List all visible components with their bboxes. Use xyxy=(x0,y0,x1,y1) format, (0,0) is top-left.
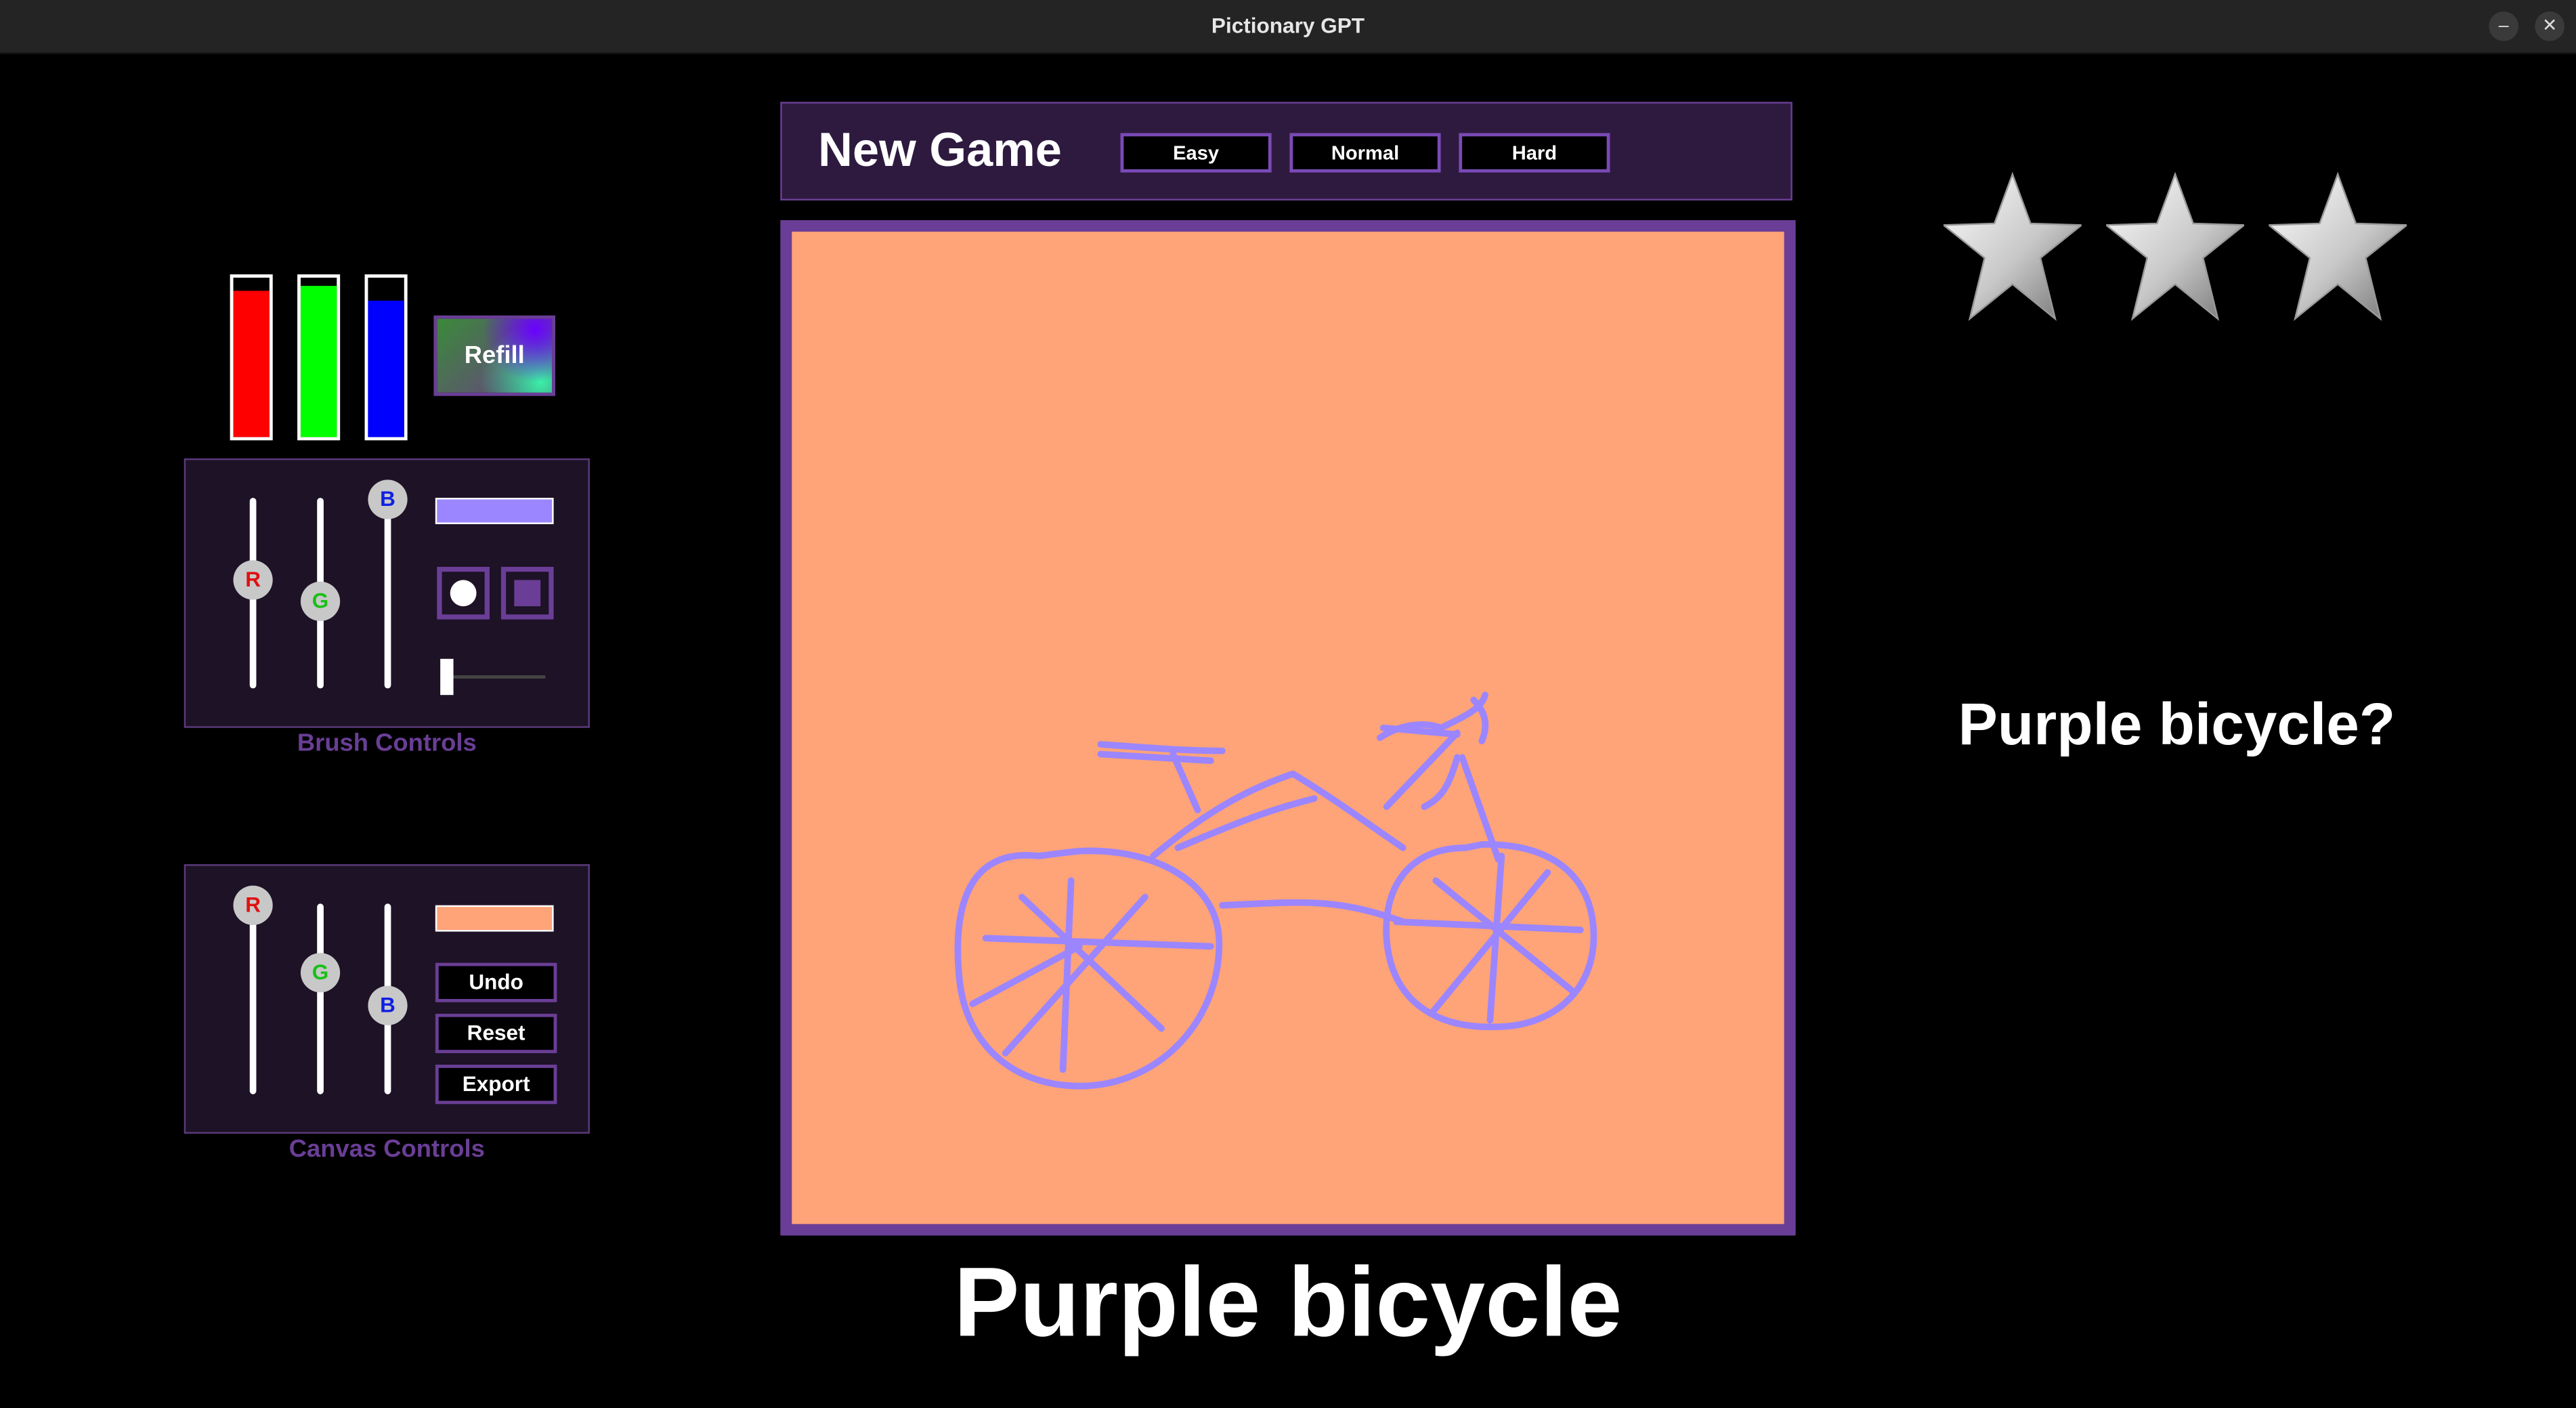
canvas-red-slider-knob[interactable]: R xyxy=(233,885,273,925)
game-header: New Game Easy Normal Hard xyxy=(780,102,1793,200)
normal-button[interactable]: Normal xyxy=(1289,133,1441,173)
star-icon xyxy=(2269,171,2407,321)
red-paint-tube xyxy=(230,274,273,441)
square-brush-button[interactable] xyxy=(500,566,554,620)
canvas-blue-slider-knob[interactable]: B xyxy=(368,985,408,1025)
app-window: Pictionary GPT – ✕ Refill R G B Brush Co… xyxy=(0,0,2576,1408)
export-button[interactable]: Export xyxy=(435,1065,557,1105)
canvas-green-slider-knob[interactable]: G xyxy=(300,953,341,993)
canvas-color-preview xyxy=(435,905,554,932)
brush-size-slider-handle[interactable] xyxy=(440,658,454,696)
refill-button[interactable]: Refill xyxy=(433,315,555,396)
green-paint-tube xyxy=(297,274,341,441)
drawing-canvas[interactable] xyxy=(792,232,1784,1224)
brush-green-slider-knob[interactable]: G xyxy=(300,581,341,622)
easy-button[interactable]: Easy xyxy=(1120,133,1272,173)
star-icon xyxy=(1943,171,2082,321)
undo-button[interactable]: Undo xyxy=(435,962,557,1002)
round-brush-button[interactable] xyxy=(437,566,490,620)
drawing-canvas-frame xyxy=(780,220,1796,1236)
title-bar: Pictionary GPT – ✕ xyxy=(0,0,2576,55)
ai-guess-text: Purple bicycle? xyxy=(1958,689,2396,758)
canvas-green-slider-track[interactable] xyxy=(317,903,324,1094)
brush-controls-label: Brush Controls xyxy=(297,729,477,758)
brush-blue-slider-track[interactable] xyxy=(384,498,391,689)
red-paint-level xyxy=(233,290,270,438)
hard-button[interactable]: Hard xyxy=(1459,133,1610,173)
brush-blue-slider-knob[interactable]: B xyxy=(368,479,408,519)
canvas-controls-label: Canvas Controls xyxy=(288,1135,485,1164)
brush-red-slider-knob[interactable]: R xyxy=(233,560,273,600)
brush-size-slider-track[interactable] xyxy=(444,675,546,679)
star-icon xyxy=(2106,171,2244,321)
canvas-red-slider-track[interactable] xyxy=(249,903,257,1094)
brush-color-preview xyxy=(435,498,554,524)
canvas-controls-panel: R G B Undo Reset Export xyxy=(184,864,590,1134)
close-icon[interactable]: ✕ xyxy=(2535,11,2564,41)
bicycle-drawing xyxy=(954,691,1597,1090)
circle-icon xyxy=(450,580,477,607)
brush-controls-panel: R G B xyxy=(184,458,590,728)
secret-word-prompt: Purple bicycle xyxy=(953,1247,1623,1357)
blue-paint-tube xyxy=(364,274,408,441)
new-game-title: New Game xyxy=(818,125,1062,178)
square-icon xyxy=(514,580,541,607)
minimize-icon[interactable]: – xyxy=(2489,11,2519,41)
reset-button[interactable]: Reset xyxy=(435,1013,557,1054)
blue-paint-level xyxy=(368,299,404,438)
window-title: Pictionary GPT xyxy=(1211,13,1365,38)
green-paint-level xyxy=(300,285,337,438)
